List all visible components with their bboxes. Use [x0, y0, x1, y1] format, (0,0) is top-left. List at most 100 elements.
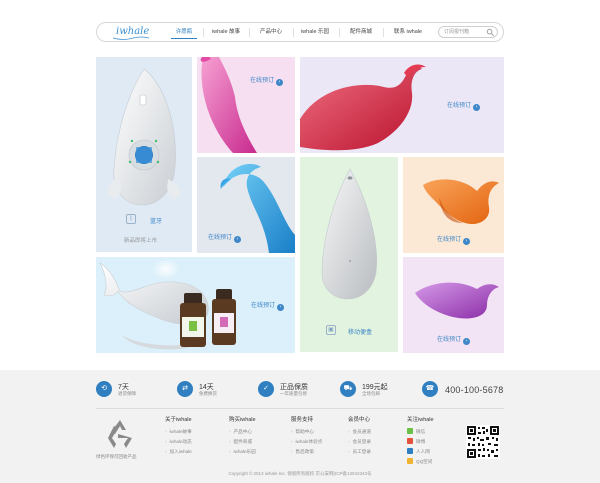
seven-day-icon: ⟲	[96, 381, 112, 397]
nav-item-contact[interactable]: 联系 iwhale	[389, 26, 427, 39]
order-online-link[interactable]: 在线预订 ›	[250, 75, 284, 86]
tile-red-tail[interactable]: 在线预订 ›	[300, 57, 504, 153]
footer-link[interactable]: 会员登录	[348, 437, 371, 447]
recycle-caption: 绿色环保可回收产品	[96, 454, 137, 459]
nav-item-story[interactable]: iwhale 故事	[209, 26, 243, 39]
order-online-link[interactable]: 在线预订 ›	[437, 334, 471, 345]
shopping-cart-icon: ⛟	[340, 381, 356, 397]
new-product-caption: 新品即将上市	[124, 238, 158, 244]
feature-subtitle: 全场包邮	[362, 391, 380, 396]
footer-link-weibo[interactable]: 微博	[407, 437, 434, 447]
nav-divider	[249, 28, 250, 37]
footer-col-title: 会员中心	[348, 417, 371, 423]
top-nav-bar: iwhale 许愿瓶 iwhale 故事 产品中心 iwhale 乐园 配件商城…	[96, 22, 504, 42]
wechat-qr-code	[466, 425, 500, 459]
feature-subtitle: 一年质量包修	[280, 391, 307, 396]
logo-text: iwhale	[116, 26, 150, 37]
portable-box-label: 移动便盒	[348, 330, 373, 336]
footer-col-title: 关注iwhale	[407, 417, 434, 423]
footer-link[interactable]: 加入iwhale	[165, 447, 192, 457]
whale-diffuser-image	[107, 68, 181, 206]
search-placeholder: 订阅报刊箱	[444, 29, 470, 35]
footer-link[interactable]: iwhale故事	[165, 427, 192, 437]
phone-icon: ☎	[422, 381, 438, 397]
arrow-right-icon: ›	[234, 236, 242, 243]
footer-link[interactable]: 产品中心	[229, 427, 256, 437]
tile-blue-tail[interactable]: 在线预订 ›	[197, 157, 295, 253]
footer-link[interactable]: 配件商城	[229, 437, 256, 447]
order-online-label: 在线预订	[437, 337, 462, 343]
subscribe-search-input[interactable]: 订阅报刊箱	[438, 26, 498, 38]
feature-subtitle: 退货保障	[118, 391, 136, 396]
tile-bluetooth-product[interactable]: ᛒ 蓝牙 新品即将上市	[96, 57, 192, 252]
arrow-right-icon: ›	[276, 79, 284, 86]
footer-col-about: 关于iwhale iwhale故事 iwhale动态 加入iwhale	[165, 415, 192, 457]
order-online-label: 在线预订	[447, 103, 472, 109]
quality-icon: ✓	[258, 381, 274, 397]
tile-portable-product[interactable]: ▣ 移动便盒	[300, 157, 398, 352]
footer-link[interactable]: 员工登录	[348, 447, 371, 457]
feature-subtitle: 免费换货	[199, 391, 217, 396]
nav-item-accessories[interactable]: 配件商城	[345, 26, 377, 39]
renren-icon	[407, 448, 413, 454]
footer-col-support: 服务支持 帮助中心 iwhale体验点 售后政策	[291, 415, 322, 457]
footer-link-label: QQ空间	[416, 459, 433, 464]
footer-link[interactable]: 帮助中心	[291, 427, 322, 437]
portable-diffuser-image	[321, 168, 377, 300]
arrow-right-icon: ›	[463, 338, 471, 345]
order-online-label: 在线预订	[208, 235, 233, 241]
order-online-link[interactable]: 在线预订 ›	[251, 300, 285, 311]
qzone-icon	[407, 458, 413, 464]
nav-divider	[383, 28, 384, 37]
weibo-icon	[407, 438, 413, 444]
footer-link[interactable]: 会员通道	[348, 427, 371, 437]
footer-col-title: 购买iwhale	[229, 417, 256, 423]
footer-divider	[96, 408, 504, 409]
footer-col-follow: 关注iwhale 微信 微博 人人网 QQ空间	[407, 415, 434, 467]
nav-divider	[339, 28, 340, 37]
order-online-label: 在线预订	[437, 237, 462, 243]
portable-box-icon: ▣	[326, 325, 336, 335]
exchange-icon: ⇄	[177, 381, 193, 397]
tile-pink-tail[interactable]: 在线预订 ›	[197, 57, 295, 153]
order-online-label: 在线预订	[251, 303, 276, 309]
footer-link-label: 微博	[416, 439, 426, 444]
nav-item-wish-bottle[interactable]: 许愿瓶	[171, 26, 197, 39]
nav-divider	[293, 28, 294, 37]
footer-col-member: 会员中心 会员通道 会员登录 员工登录	[348, 415, 371, 457]
order-online-link[interactable]: 在线预订 ›	[447, 100, 481, 111]
footer-col-buy: 购买iwhale 产品中心 配件商城 iwhale乐园	[229, 415, 256, 457]
arrow-right-icon: ›	[463, 238, 471, 245]
arrow-right-icon: ›	[473, 104, 481, 111]
footer-link-label: 微信	[416, 429, 426, 434]
hotline-number: 400-100-5678	[445, 385, 504, 395]
arrow-right-icon: ›	[277, 304, 285, 311]
footer-link-renren[interactable]: 人人网	[407, 447, 434, 457]
order-online-label: 在线预订	[250, 78, 275, 84]
bluetooth-icon: ᛒ	[126, 214, 136, 224]
tile-purple-tail[interactable]: 在线预订 ›	[403, 257, 504, 353]
search-icon[interactable]	[486, 28, 495, 37]
footer-link[interactable]: iwhale体验点	[291, 437, 323, 447]
bluetooth-label: 蓝牙	[150, 219, 163, 225]
copyright-text: Copyright © 2013 iwhale Inc. 保留所有版权 京公安网…	[228, 471, 372, 476]
wechat-icon	[407, 428, 413, 434]
nav-divider	[203, 28, 204, 37]
footer-col-title: 关于iwhale	[165, 417, 192, 423]
pink-whale-tail-image	[200, 57, 257, 153]
footer-link[interactable]: iwhale动态	[165, 437, 192, 447]
recycle-icon	[108, 420, 132, 448]
footer-link-wechat[interactable]: 微信	[407, 427, 434, 437]
footer-col-title: 服务支持	[291, 417, 314, 423]
footer-link[interactable]: iwhale乐园	[229, 447, 256, 457]
footer-link-qzone[interactable]: QQ空间	[407, 457, 434, 467]
footer-link[interactable]: 售后政策	[291, 447, 322, 457]
nav-item-park[interactable]: iwhale 乐园	[297, 26, 333, 39]
tile-orange-tail[interactable]: 在线预订 ›	[403, 157, 504, 253]
order-online-link[interactable]: 在线预订 ›	[437, 234, 471, 245]
footer-link-label: 人人网	[416, 449, 430, 454]
nav-item-products[interactable]: 产品中心	[255, 26, 287, 39]
order-online-link[interactable]: 在线预订 ›	[208, 232, 242, 243]
iwhale-logo[interactable]: iwhale	[111, 25, 151, 40]
tile-whale-with-oils[interactable]: 在线预订 ›	[96, 257, 295, 353]
